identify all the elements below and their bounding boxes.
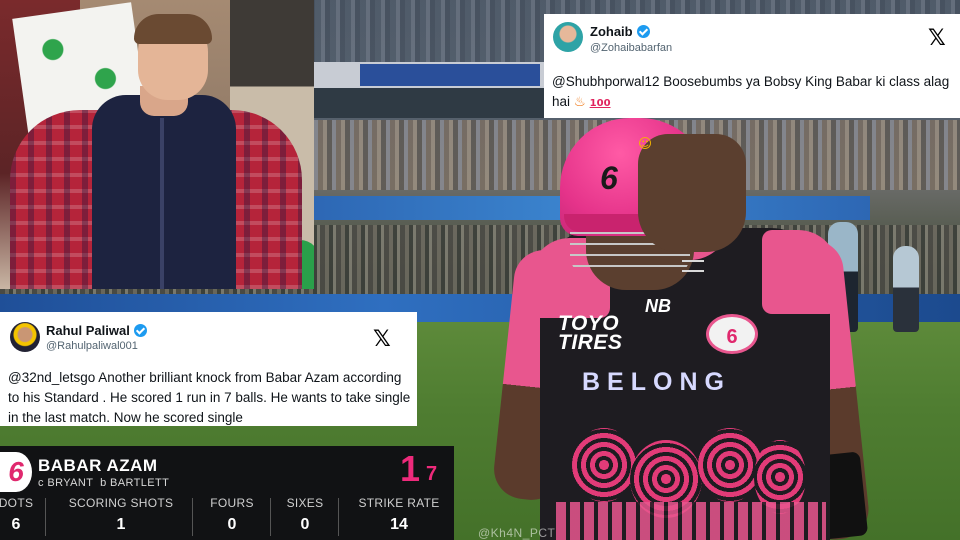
tweet-author-name[interactable]: Rahul Paliwal <box>46 323 147 338</box>
divider <box>270 498 271 536</box>
author-name-text[interactable]: Rahul Paliwal <box>46 323 130 338</box>
stat-scoring-shots: SCORING SHOTS 1 <box>58 496 184 540</box>
helmet-logo: 6 <box>600 160 618 196</box>
watermark: @Kh4N_PCT <box>478 526 556 540</box>
divider <box>45 498 46 536</box>
author-name-text[interactable]: Zohaib <box>590 24 633 39</box>
stat-value: 6 <box>11 516 21 533</box>
stat-value: 14 <box>390 516 408 533</box>
stat-label: SCORING SHOTS <box>68 496 174 510</box>
runs-scored: 1 <box>400 448 421 489</box>
team-badge: 6 <box>706 314 758 354</box>
stats-row: DOTS 6 SCORING SHOTS 1 FOURS 0 SIXES 0 S… <box>0 496 454 540</box>
divider <box>338 498 339 536</box>
jersey-pattern <box>698 428 762 502</box>
x-logo-icon[interactable]: 𝕏 <box>928 28 946 50</box>
tweet-author-name[interactable]: Zohaib <box>590 24 650 39</box>
stat-label: DOTS <box>0 496 34 510</box>
stat-value: 0 <box>300 516 310 533</box>
stat-value: 0 <box>227 516 237 533</box>
navy-vest <box>92 95 236 289</box>
fire-emoji: ♨ <box>573 94 586 110</box>
jersey-pattern <box>572 428 636 502</box>
fielder <box>893 246 919 332</box>
avatar[interactable] <box>10 322 40 352</box>
stat-sixes: SIXES 0 <box>280 496 330 540</box>
x-logo-icon[interactable]: 𝕏 <box>373 329 391 351</box>
hundred-emoji: 100 <box>589 98 611 109</box>
avatar[interactable] <box>553 22 583 52</box>
tweet-text-main: @Shubhporwal12 Boosebumbs ya Bobsy <box>552 74 802 89</box>
jersey-sponsor: TOYO TIRES <box>558 312 623 354</box>
tweet-author-handle[interactable]: @Rahulpaliwal001 <box>46 340 138 352</box>
tweet-card[interactable]: Zohaib @Zohaibabarfan 𝕏 @Shubhporwal12 B… <box>544 14 960 252</box>
party-face-emoji: ☺ <box>638 134 746 252</box>
jersey-trim <box>556 502 826 540</box>
stat-label: FOURS <box>210 496 254 510</box>
stat-strike-rate: STRIKE RATE 14 <box>346 496 452 540</box>
verified-badge-icon <box>133 324 147 337</box>
stat-value: 1 <box>116 516 126 533</box>
tweet-text: @32nd_letsgo Another brilliant knock fro… <box>8 370 411 425</box>
batting-scorecard: 6 BABAR AZAM c BRYANT b BARTLETT 1 7 DOT… <box>0 446 454 540</box>
verified-badge-icon <box>636 25 650 38</box>
stat-label: SIXES <box>286 496 324 510</box>
vest-zip <box>160 118 164 289</box>
kit-brand-logo: NB <box>645 296 671 316</box>
tweet-text: @Shubhporwal12 Boosebumbs ya Bobsy ☺ Kin… <box>552 72 956 252</box>
stat-fours: FOURS 0 <box>203 496 261 540</box>
player-name: BABAR AZAM <box>38 456 158 475</box>
dismissal-info: c BRYANT b BARTLETT <box>38 477 170 489</box>
inset-photo-spectator <box>0 0 314 289</box>
stat-dots: DOTS 6 <box>0 496 36 540</box>
advertising-panel <box>360 64 540 86</box>
tweet-card[interactable]: Rahul Paliwal @Rahulpaliwal001 𝕏 @32nd_l… <box>0 312 417 426</box>
hair <box>134 14 212 44</box>
divider <box>192 498 193 536</box>
tweet-author-handle[interactable]: @Zohaibabarfan <box>590 42 672 54</box>
team-logo: 6 <box>0 452 32 492</box>
jersey-chest-text: BELONG <box>582 368 731 396</box>
jersey-shoulder <box>762 230 838 314</box>
stat-label: STRIKE RATE <box>358 496 440 510</box>
balls-faced: 7 <box>426 463 438 485</box>
